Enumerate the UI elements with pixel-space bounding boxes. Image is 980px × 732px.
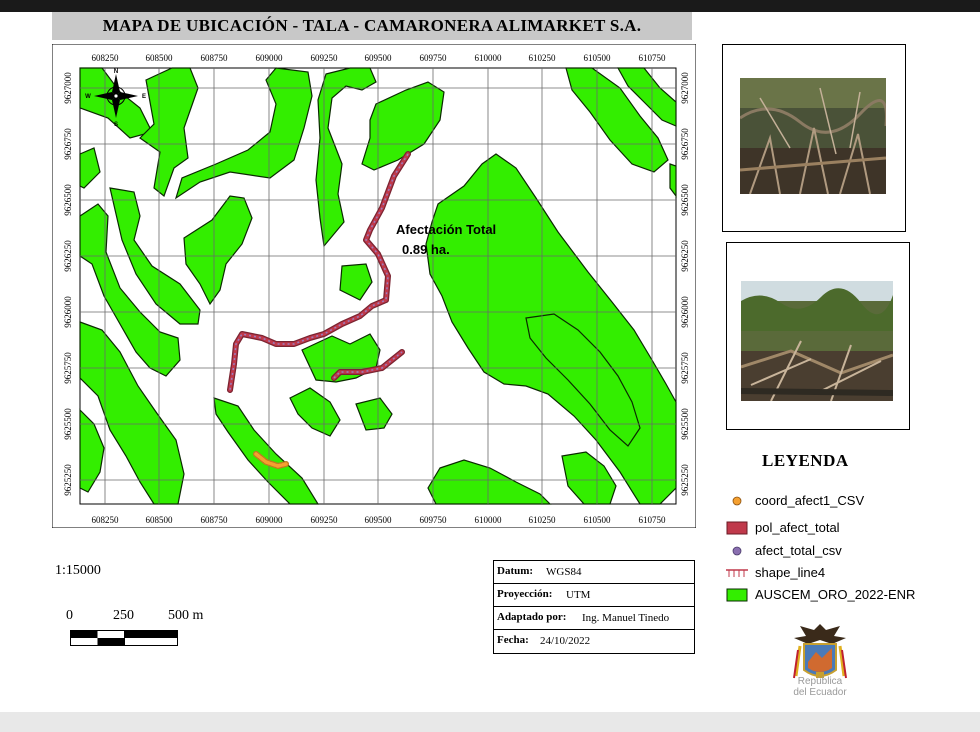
- svg-text:608750: 608750: [201, 515, 229, 525]
- purple-dot-icon: [732, 546, 742, 556]
- svg-text:608500: 608500: [146, 53, 174, 63]
- info-row-proyeccion: Proyección: UTM: [494, 584, 694, 607]
- svg-text:609250: 609250: [311, 515, 339, 525]
- legend-label: shape_line4: [755, 565, 826, 580]
- svg-text:610250: 610250: [529, 515, 557, 525]
- info-value: WGS84: [546, 566, 582, 578]
- republica-label: República del Ecuador: [782, 676, 858, 698]
- svg-text:9627000: 9627000: [63, 72, 73, 104]
- svg-text:610250: 610250: [529, 53, 557, 63]
- info-key: Datum:: [497, 565, 534, 577]
- info-row-fecha: Fecha: 24/10/2022: [494, 630, 694, 652]
- ticked-line-icon: [726, 569, 748, 577]
- svg-text:609000: 609000: [256, 53, 284, 63]
- info-row-datum: Datum: WGS84: [494, 561, 694, 584]
- annotation-line1: Afectación Total: [396, 222, 496, 237]
- svg-text:609250: 609250: [311, 53, 339, 63]
- compass-s: S: [114, 122, 118, 128]
- svg-text:9626500: 9626500: [63, 184, 73, 216]
- svg-text:609500: 609500: [365, 515, 393, 525]
- info-key: Fecha:: [497, 634, 529, 646]
- map-canvas: N S E W Afectación Total 0.89 ha. 608250…: [52, 44, 696, 528]
- svg-text:609500: 609500: [365, 53, 393, 63]
- svg-text:610750: 610750: [639, 515, 667, 525]
- compass-n: N: [114, 69, 118, 75]
- svg-text:608250: 608250: [92, 53, 120, 63]
- map-frame: N S E W Afectación Total 0.89 ha. 608250…: [52, 44, 696, 528]
- info-value: Ing. Manuel Tinedo: [582, 612, 670, 624]
- map-title: MAPA DE UBICACIÓN - TALA - CAMARONERA AL…: [52, 12, 692, 40]
- svg-text:608500: 608500: [146, 515, 174, 525]
- bottom-border: [0, 712, 980, 732]
- svg-text:9626250: 9626250: [63, 240, 73, 272]
- top-border: [0, 0, 980, 12]
- scale-label-0: 0: [66, 608, 73, 623]
- info-value: 24/10/2022: [540, 635, 591, 647]
- info-key: Proyección:: [497, 588, 553, 600]
- mangrove-photo-2: [726, 242, 910, 430]
- svg-text:9625250: 9625250: [63, 464, 73, 496]
- svg-text:610500: 610500: [584, 515, 612, 525]
- legend-label: pol_afect_total: [755, 520, 840, 535]
- svg-text:9626250: 9626250: [680, 240, 690, 272]
- scale-bar: [70, 630, 178, 646]
- svg-text:610500: 610500: [584, 53, 612, 63]
- svg-text:9626750: 9626750: [63, 128, 73, 160]
- mangrove-photo-1: [722, 44, 906, 232]
- info-row-adaptado: Adaptado por: Ing. Manuel Tinedo: [494, 607, 694, 630]
- legend-label: coord_afect1_CSV: [755, 493, 865, 508]
- svg-text:610750: 610750: [639, 53, 667, 63]
- svg-text:609750: 609750: [420, 515, 448, 525]
- svg-text:9626000: 9626000: [63, 296, 73, 328]
- legend-label: afect_total_csv: [755, 543, 842, 558]
- green-rect-icon: [726, 588, 748, 602]
- scale-ratio: 1:15000: [55, 563, 101, 578]
- svg-text:9627000: 9627000: [680, 72, 690, 104]
- annotation-line2: 0.89 ha.: [402, 242, 450, 257]
- svg-text:9626750: 9626750: [680, 128, 690, 160]
- svg-text:9625500: 9625500: [680, 408, 690, 440]
- svg-text:608750: 608750: [201, 53, 229, 63]
- info-key: Adaptado por:: [497, 611, 567, 623]
- scale-label-250: 250: [113, 608, 134, 623]
- svg-text:9625750: 9625750: [680, 352, 690, 384]
- svg-text:609750: 609750: [420, 53, 448, 63]
- compass-e: E: [142, 94, 146, 100]
- red-rect-icon: [726, 521, 748, 535]
- info-box: Datum: WGS84 Proyección: UTM Adaptado po…: [493, 560, 695, 654]
- svg-text:9625750: 9625750: [63, 352, 73, 384]
- legend-title: LEYENDA: [762, 451, 849, 470]
- mangrove-photo-icon: [740, 78, 886, 194]
- cleared-mangrove-photo-icon: [741, 281, 893, 401]
- info-value: UTM: [566, 589, 591, 601]
- svg-text:610000: 610000: [475, 515, 503, 525]
- republica-line2: del Ecuador: [793, 687, 847, 698]
- svg-text:608250: 608250: [92, 515, 120, 525]
- scale-label-500: 500 m: [168, 608, 204, 623]
- republica-line1: República: [797, 676, 843, 687]
- orange-dot-icon: [732, 496, 742, 506]
- svg-text:9625250: 9625250: [680, 464, 690, 496]
- legend-label: AUSCEM_ORO_2022-ENR: [755, 587, 916, 602]
- svg-text:9626000: 9626000: [680, 296, 690, 328]
- svg-text:9626500: 9626500: [680, 184, 690, 216]
- compass-w: W: [85, 94, 91, 100]
- svg-text:9625500: 9625500: [63, 408, 73, 440]
- svg-text:610000: 610000: [475, 53, 503, 63]
- svg-text:609000: 609000: [256, 515, 284, 525]
